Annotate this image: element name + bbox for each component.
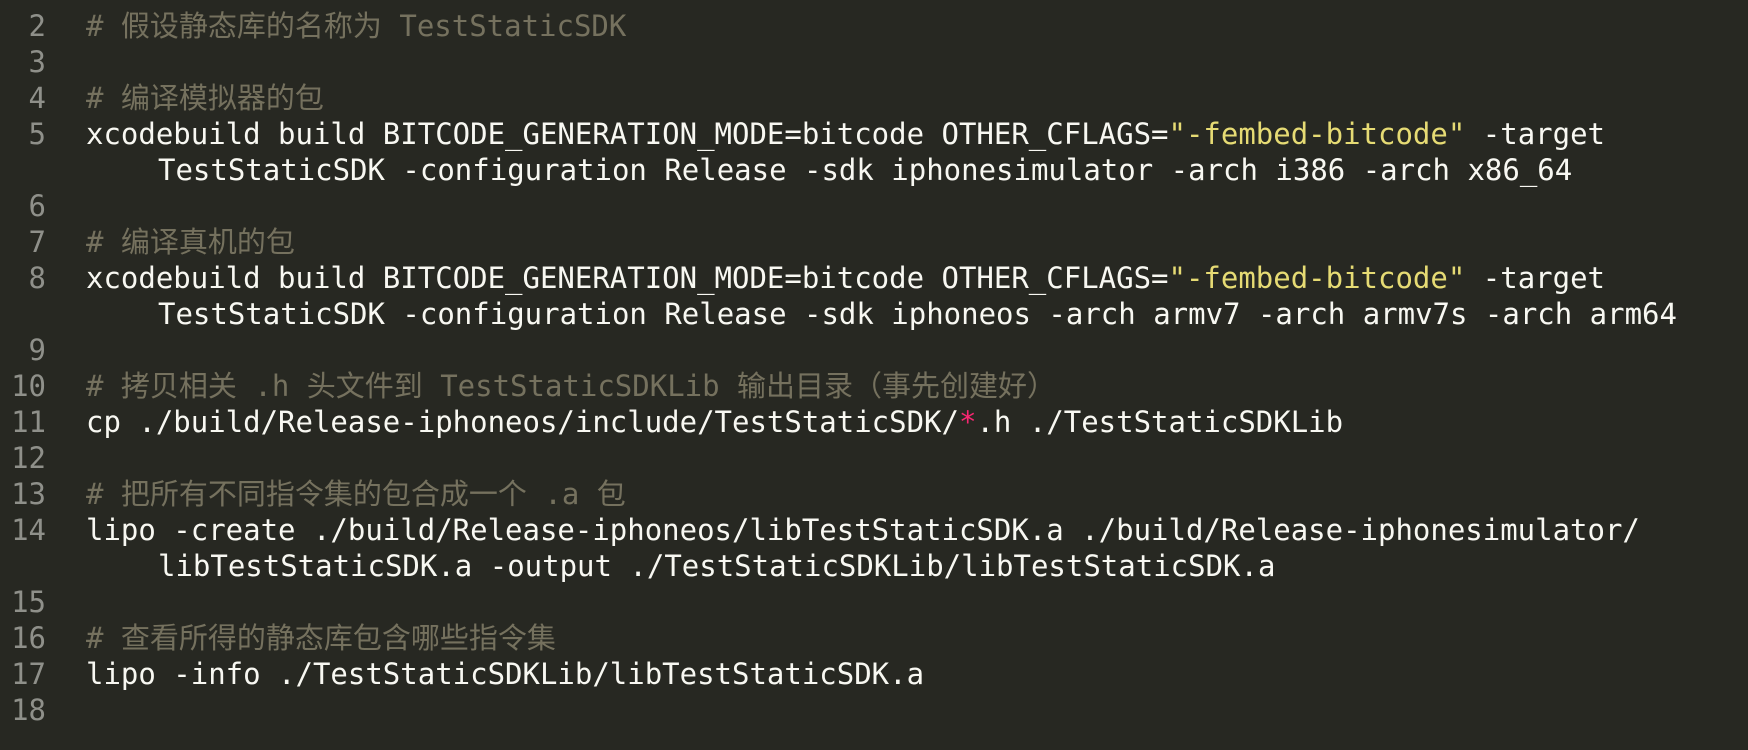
code-text: # 编译模拟器的包 [86,80,324,116]
line-number: 7 [28,225,46,259]
line-number-partial: 1 [0,0,46,6]
line-number: 10 [11,369,46,403]
line-number: 6 [28,189,46,223]
code-text: xcodebuild build BITCODE_GENERATION_MODE… [86,116,1605,152]
code-token: libTestStaticSDK.a -output ./TestStaticS… [158,549,1276,583]
line-number: 2 [28,9,46,43]
string-token: "-fembed-bitcode" [1168,117,1466,151]
code-text: cp ./build/Release-iphoneos/include/Test… [86,404,1343,440]
code-line[interactable]: 16 # 查看所得的静态库包含哪些指令集 [0,620,1748,656]
comment-token: # 假设静态库的名称为 TestStaticSDK [86,9,627,43]
code-line[interactable]: 5 xcodebuild build BITCODE_GENERATION_MOD… [0,116,1748,152]
line-number: 8 [28,261,46,295]
code-text: lipo -info ./TestStaticSDKLib/libTestSta… [86,656,924,692]
code-text: TestStaticSDK -configuration Release -sd… [158,152,1572,188]
comment-token: # 拷贝相关 .h 头文件到 TestStaticSDKLib 输出目录（事先创… [86,369,1057,403]
comment-token: # 编译真机的包 [86,225,295,259]
line-number: 4 [28,81,46,115]
code-text: # 假设静态库的名称为 TestStaticSDK [86,8,626,44]
code-text: # 拷贝相关 .h 头文件到 TestStaticSDKLib 输出目录（事先创… [86,368,1056,404]
code-line[interactable]: 17 lipo -info ./TestStaticSDKLib/libTestS… [0,656,1748,692]
code-token: -target [1465,117,1605,151]
code-token: cp ./build/Release-iphoneos/include/Test… [86,405,959,439]
code-line[interactable]: 8 xcodebuild build BITCODE_GENERATION_MOD… [0,260,1748,296]
code-line-continuation[interactable]: TestStaticSDK -configuration Release -sd… [0,152,1748,188]
code-token: xcodebuild build BITCODE_GENERATION_MODE… [86,261,1169,295]
line-number: 11 [11,405,46,439]
code-editor[interactable]: 1 2# 假设静态库的名称为 TestStaticSDK34# 编译模拟器的包5… [0,0,1748,750]
code-token: TestStaticSDK -configuration Release -sd… [158,153,1573,187]
line-number: 9 [28,333,46,367]
comment-token: # 把所有不同指令集的包合成一个 .a 包 [86,477,626,511]
line-number: 14 [11,513,46,547]
line-number: 13 [11,477,46,511]
code-line[interactable]: 3 [0,44,1748,80]
code-line[interactable]: 9 [0,332,1748,368]
code-line[interactable]: 12 [0,440,1748,476]
code-line[interactable]: 18 [0,692,1748,728]
code-line[interactable]: 11 cp ./build/Release-iphoneos/include/Te… [0,404,1748,440]
code-line[interactable]: 14 lipo -create ./build/Release-iphoneos/… [0,512,1748,548]
code-line[interactable]: 4 # 编译模拟器的包 [0,80,1748,116]
line-number: 16 [11,621,46,655]
code-line[interactable]: 15 [0,584,1748,620]
code-text: # 把所有不同指令集的包合成一个 .a 包 [86,476,626,512]
code-token: TestStaticSDK -configuration Release -sd… [158,297,1677,331]
code-line[interactable]: 10 # 拷贝相关 .h 头文件到 TestStaticSDKLib 输出目录（事… [0,368,1748,404]
line-number: 17 [11,657,46,691]
code-token: .h ./TestStaticSDKLib [976,405,1344,439]
operator-token: * [958,405,977,439]
code-text: xcodebuild build BITCODE_GENERATION_MODE… [86,260,1605,296]
code-text: libTestStaticSDK.a -output ./TestStaticS… [158,548,1275,584]
line-number: 15 [11,585,46,619]
comment-token: # 查看所得的静态库包含哪些指令集 [86,621,556,655]
code-line[interactable]: 2 # 假设静态库的名称为 TestStaticSDK [0,8,1748,44]
code-line[interactable]: 7 # 编译真机的包 [0,224,1748,260]
code-text: # 编译真机的包 [86,224,295,260]
code-token: xcodebuild build BITCODE_GENERATION_MODE… [86,117,1169,151]
code-token: -target [1465,261,1605,295]
line-number: 18 [11,693,46,727]
line-number: 12 [11,441,46,475]
line-number: 5 [28,117,46,151]
code-text: TestStaticSDK -configuration Release -sd… [158,296,1677,332]
code-text: # 查看所得的静态库包含哪些指令集 [86,620,556,656]
code-line-continuation[interactable]: libTestStaticSDK.a -output ./TestStaticS… [0,548,1748,584]
code-token: lipo -info ./TestStaticSDKLib/libTestSta… [86,657,925,691]
comment-token: # 编译模拟器的包 [86,81,324,115]
string-token: "-fembed-bitcode" [1168,261,1466,295]
code-line[interactable]: 6 [0,188,1748,224]
code-text: lipo -create ./build/Release-iphoneos/li… [86,512,1640,548]
line-number: 3 [28,45,46,79]
code-token: lipo -create ./build/Release-iphoneos/li… [86,513,1640,547]
code-line[interactable]: 13 # 把所有不同指令集的包合成一个 .a 包 [0,476,1748,512]
code-line-continuation[interactable]: TestStaticSDK -configuration Release -sd… [0,296,1748,332]
